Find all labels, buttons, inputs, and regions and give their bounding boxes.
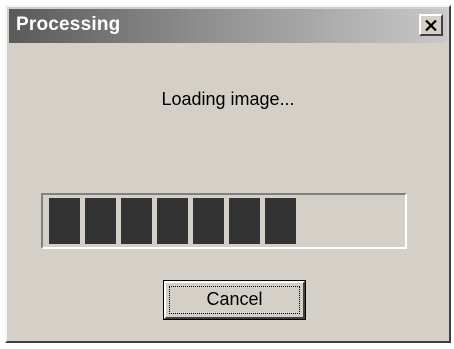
progress-segment — [157, 198, 188, 244]
processing-dialog: Processing Loading image... Cancel — [5, 5, 451, 343]
progress-segment — [49, 198, 80, 244]
progress-segment — [121, 198, 152, 244]
cancel-button-label: Cancel — [206, 289, 263, 309]
cancel-button[interactable]: Cancel — [163, 280, 306, 320]
status-message: Loading image... — [161, 89, 295, 109]
close-button[interactable] — [419, 14, 443, 36]
progress-bar — [41, 193, 407, 249]
title-bar[interactable]: Processing — [9, 9, 447, 43]
progress-segment — [85, 198, 116, 244]
close-icon — [425, 19, 437, 31]
dialog-title: Processing — [16, 14, 121, 35]
progress-segment — [229, 198, 260, 244]
progress-track — [45, 198, 403, 244]
progress-segment — [193, 198, 224, 244]
progress-segment — [265, 198, 296, 244]
